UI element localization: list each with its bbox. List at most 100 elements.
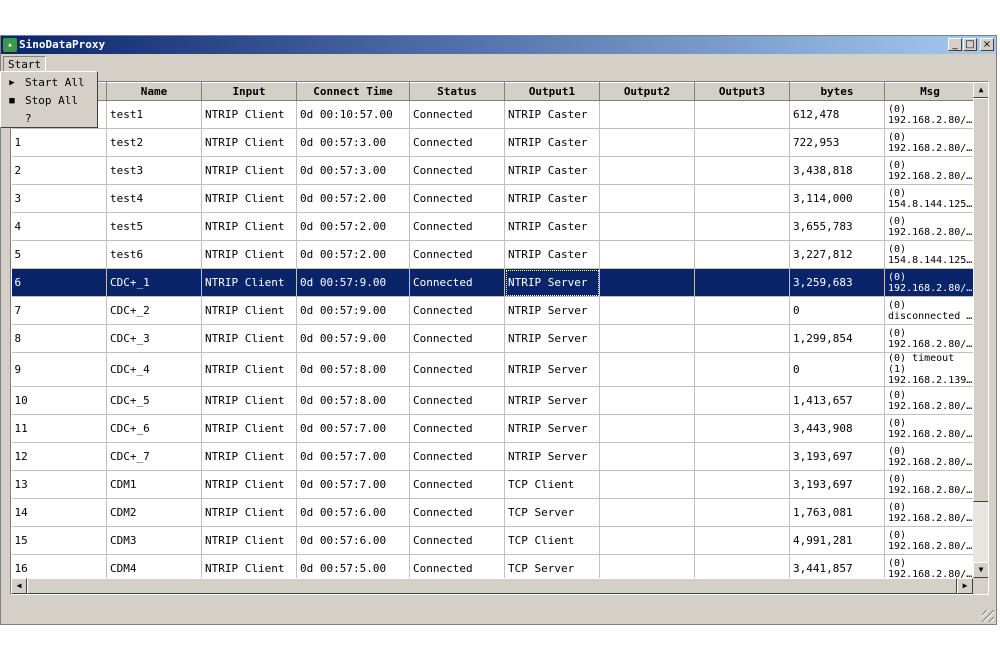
table-row[interactable]: 10 CDC+_5 NTRIP Client 0d 00:57:8.00 Connect…: [11, 386, 976, 415]
column-header-output1[interactable]: Output1: [504, 82, 600, 101]
resize-grip-icon[interactable]: [982, 610, 994, 622]
column-header-connect-time[interactable]: Connect Time: [296, 82, 410, 101]
status-cell: Connected: [409, 386, 505, 415]
scroll-right-arrow-icon[interactable]: ▶: [957, 578, 973, 594]
msg-line-2: 192.168.2.80/…: [888, 142, 973, 154]
name-cell: CDM1: [106, 470, 202, 499]
column-header-msg[interactable]: Msg: [884, 82, 976, 101]
output2-cell: [599, 526, 695, 555]
table-row[interactable]: 2 test3 NTRIP Client 0d 00:57:3.00 Connected…: [11, 156, 976, 185]
row-id-cell: 5: [11, 240, 107, 269]
msg-line-2: 192.168.2.139…: [888, 375, 973, 386]
msg-cell: (0) 192.168.2.80/…: [884, 324, 976, 353]
msg-line-2: 154.8.144.125…: [888, 254, 973, 266]
table-row[interactable]: 13 CDM1 NTRIP Client 0d 00:57:7.00 Connected…: [11, 470, 976, 499]
msg-line-2: 192.168.2.80/…: [888, 400, 973, 412]
table-row[interactable]: 12 CDC+_7 NTRIP Client 0d 00:57:7.00 Connect…: [11, 442, 976, 471]
output1-cell: NTRIP Caster: [504, 240, 600, 269]
output1-cell: NTRIP Caster: [504, 156, 600, 185]
table-row[interactable]: 3 test4 NTRIP Client 0d 00:57:2.00 Connected…: [11, 184, 976, 213]
table-row[interactable]: 8 CDC+_3 NTRIP Client 0d 00:57:9.00 Connecte…: [11, 324, 976, 353]
close-button[interactable]: ×: [980, 38, 994, 51]
msg-cell: (0) 192.168.2.80/…: [884, 156, 976, 185]
title-bar[interactable]: ▴ SinoDataProxy _ □ ×: [1, 36, 996, 54]
column-header-output2[interactable]: Output2: [599, 82, 695, 101]
table-row[interactable]: 5 test6 NTRIP Client 0d 00:57:2.00 Connected…: [11, 240, 976, 269]
name-cell: test4: [106, 184, 202, 213]
vertical-scrollbar[interactable]: ▲ ▼: [973, 82, 988, 578]
output2-cell: [599, 414, 695, 443]
main-window: ▴ SinoDataProxy _ □ × Start Name Input C…: [0, 35, 997, 625]
menu-item-start-all[interactable]: ▶ Start All: [1, 74, 97, 92]
status-cell: Connected: [409, 156, 505, 185]
scroll-down-arrow-icon[interactable]: ▼: [973, 562, 988, 578]
output1-cell: NTRIP Server: [504, 442, 600, 471]
scroll-left-arrow-icon[interactable]: ◀: [11, 578, 27, 594]
bytes-cell: 3,227,812: [789, 240, 885, 269]
connect-time-cell: 0d 00:57:6.00: [296, 526, 410, 555]
output1-cell: TCP Server: [504, 498, 600, 527]
column-header-output3[interactable]: Output3: [694, 82, 790, 101]
name-cell: CDC+_4: [106, 352, 202, 387]
msg-line-1: (0): [888, 299, 907, 311]
output3-cell: [694, 352, 790, 387]
column-header-input[interactable]: Input: [201, 82, 297, 101]
menu-item-stop-all[interactable]: ■ Stop All: [1, 92, 97, 110]
start-menu-dropdown: ▶ Start All ■ Stop All ?: [0, 71, 98, 128]
connect-time-cell: 0d 00:57:2.00: [296, 212, 410, 241]
name-cell: test2: [106, 128, 202, 157]
scroll-up-arrow-icon[interactable]: ▲: [973, 82, 988, 98]
output2-cell: [599, 498, 695, 527]
input-cell: NTRIP Client: [201, 100, 297, 129]
input-cell: NTRIP Client: [201, 324, 297, 353]
input-cell: NTRIP Client: [201, 212, 297, 241]
row-id-cell: 4: [11, 212, 107, 241]
msg-line-2: 192.168.2.80/…: [888, 484, 973, 496]
table-row[interactable]: 11 CDC+_6 NTRIP Client 0d 00:57:7.00 Connect…: [11, 414, 976, 443]
msg-line-2: 192.168.2.80/…: [888, 456, 973, 468]
output3-cell: [694, 156, 790, 185]
horizontal-scroll-thumb[interactable]: [27, 578, 957, 594]
status-cell: Connected: [409, 212, 505, 241]
connect-time-cell: 0d 00:57:8.00: [296, 386, 410, 415]
input-cell: NTRIP Client: [201, 268, 297, 297]
menu-item-help[interactable]: ?: [1, 110, 97, 128]
bytes-cell: 612,478: [789, 100, 885, 129]
table-row[interactable]: 4 test5 NTRIP Client 0d 00:57:2.00 Connected…: [11, 212, 976, 241]
output1-cell: NTRIP Caster: [504, 184, 600, 213]
vertical-scroll-thumb[interactable]: [973, 98, 988, 502]
output3-cell: [694, 526, 790, 555]
msg-line-1: (0): [888, 187, 907, 199]
column-header-bytes[interactable]: bytes: [789, 82, 885, 101]
status-cell: Connected: [409, 324, 505, 353]
table-row[interactable]: 7 CDC+_2 NTRIP Client 0d 00:57:9.00 Connecte…: [11, 296, 976, 325]
horizontal-scrollbar[interactable]: ◀ ▶: [11, 578, 973, 594]
status-cell: Connected: [409, 184, 505, 213]
output1-cell: NTRIP Caster: [504, 212, 600, 241]
output1-cell: TCP Client: [504, 470, 600, 499]
input-cell: NTRIP Client: [201, 414, 297, 443]
table-header-row: Name Input Connect Time Status Output1 O…: [11, 82, 976, 101]
table-row[interactable]: 6 CDC+_1 NTRIP Client 0d 00:57:9.00 Connecte…: [11, 268, 976, 297]
row-id-cell: 9: [11, 352, 107, 387]
table-row[interactable]: 14 CDM2 NTRIP Client 0d 00:57:6.00 Connected…: [11, 498, 976, 527]
name-cell: CDC+_5: [106, 386, 202, 415]
column-header-name[interactable]: Name: [106, 82, 202, 101]
status-cell: Connected: [409, 470, 505, 499]
table-row[interactable]: 15 CDM3 NTRIP Client 0d 00:57:6.00 Connected…: [11, 526, 976, 555]
table-row[interactable]: 9 CDC+_4 NTRIP Client 0d 00:57:8.00 Connecte…: [11, 352, 976, 387]
output3-cell: [694, 184, 790, 213]
bytes-cell: 3,655,783: [789, 212, 885, 241]
bytes-cell: 1,413,657: [789, 386, 885, 415]
column-header-status[interactable]: Status: [409, 82, 505, 101]
table-row[interactable]: 1 test2 NTRIP Client 0d 00:57:3.00 Connected…: [11, 128, 976, 157]
maximize-button[interactable]: □: [963, 38, 977, 51]
connect-time-cell: 0d 00:57:9.00: [296, 324, 410, 353]
menu-bar: Start: [1, 55, 996, 73]
input-cell: NTRIP Client: [201, 352, 297, 387]
table-row[interactable]: test1 NTRIP Client 0d 00:10:57.00 Connected…: [11, 100, 976, 129]
scroll-corner: [973, 578, 988, 594]
msg-line-2: 192.168.2.80/…: [888, 170, 973, 182]
output2-cell: [599, 128, 695, 157]
minimize-button[interactable]: _: [948, 38, 962, 51]
